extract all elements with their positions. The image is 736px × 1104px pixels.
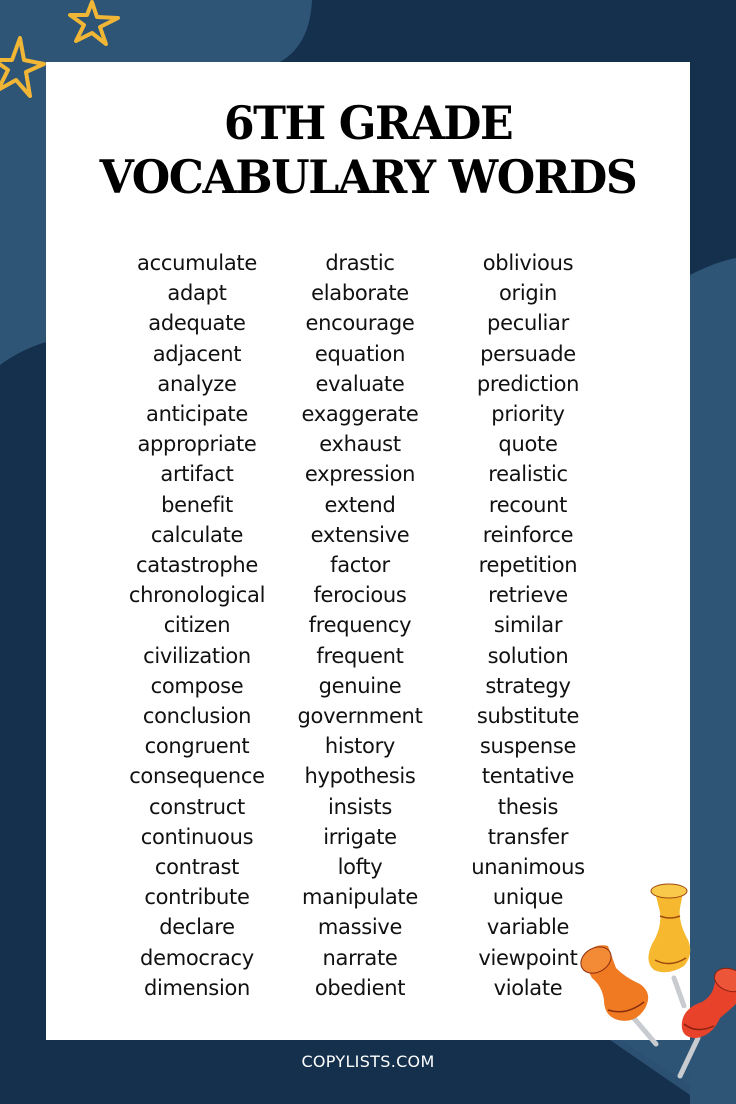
- title-line-1: 6TH GRADE: [223, 96, 514, 150]
- vocabulary-word: quote: [498, 432, 558, 457]
- vocabulary-word: similar: [493, 613, 563, 638]
- vocabulary-word: retrieve: [488, 583, 568, 608]
- vocabulary-word: unanimous: [471, 855, 585, 880]
- vocabulary-word: substitute: [476, 704, 580, 729]
- vocabulary-word: realistic: [488, 462, 568, 487]
- vocabulary-word: recount: [488, 492, 568, 517]
- vocabulary-word: suspense: [479, 734, 577, 759]
- pushpin-orange-icon: [580, 945, 659, 1047]
- vocabulary-word: strategy: [485, 673, 571, 698]
- vocabulary-word: transfer: [487, 824, 569, 849]
- vocabulary-word: prediction: [476, 371, 580, 396]
- vocabulary-word: oblivious: [482, 251, 574, 275]
- vocabulary-word: persuade: [480, 341, 576, 366]
- page-title: 6TH GRADE VOCABULARY WORDS: [15, 96, 722, 204]
- word-column-3: oblivious origin peculiar persuade predictio…: [428, 248, 628, 1003]
- vocabulary-word: repetition: [478, 553, 578, 578]
- vocabulary-word: solution: [487, 643, 569, 668]
- footer-site-label: COPYLISTS.COM: [301, 1052, 435, 1071]
- vocabulary-word: unique: [492, 885, 564, 910]
- star-icon: [0, 36, 46, 98]
- title-line-2: VOCABULARY WORDS: [99, 150, 638, 204]
- vocabulary-word: origin: [499, 281, 557, 306]
- vocabulary-word: tentative: [481, 764, 575, 789]
- vocabulary-word: priority: [491, 402, 565, 427]
- vocabulary-word: thesis: [497, 794, 559, 819]
- star-icon: [68, 0, 120, 46]
- vocabulary-word: reinforce: [482, 522, 574, 547]
- vocabulary-word: peculiar: [487, 311, 569, 336]
